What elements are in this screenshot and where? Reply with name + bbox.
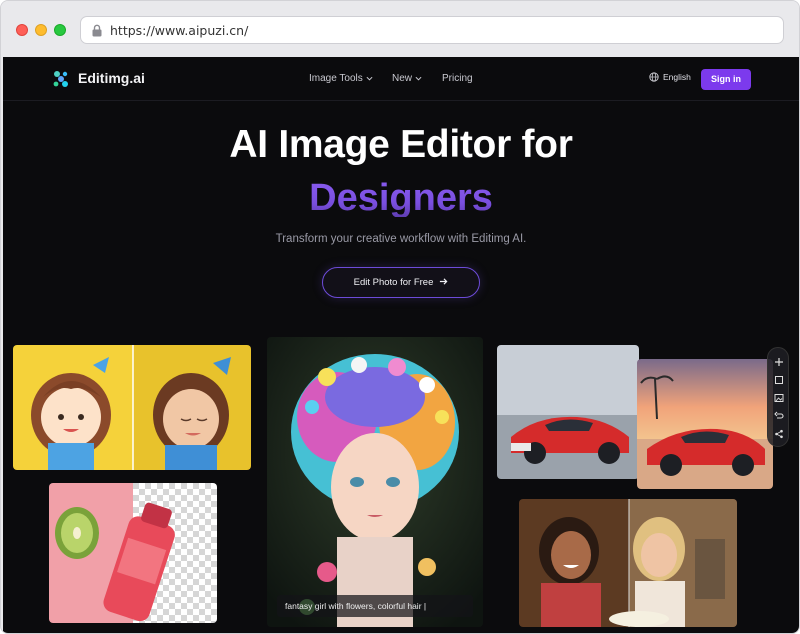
address-bar[interactable]: https://www.aipuzi.cn/ (80, 16, 784, 44)
hero-rotating-word: Designers (309, 177, 493, 217)
car-original-image (497, 345, 639, 479)
floating-toolbar (767, 347, 789, 447)
cartoon-to-photo-image (13, 345, 251, 470)
nav-image-tools-label: Image Tools (309, 73, 363, 84)
share-icon[interactable] (774, 426, 784, 439)
browser-toolbar: https://www.aipuzi.cn/ (1, 1, 799, 57)
women-dining-image (519, 499, 737, 627)
language-selector[interactable]: English (649, 72, 691, 82)
logo-text[interactable]: Editimg.ai (78, 70, 145, 86)
webpage: Editimg.ai Image Tools New Pricing Engli… (3, 57, 799, 633)
site-navbar: Editimg.ai Image Tools New Pricing Engli… (3, 57, 799, 101)
arrow-right-icon (440, 278, 448, 285)
car-sunset-image (637, 359, 773, 489)
prompt-caption: fantasy girl with flowers, colorful hair… (277, 595, 473, 617)
hero-subline: Transform your creative workflow with Ed… (275, 233, 527, 245)
hero-rotating-word-window: Designers (251, 171, 551, 217)
nav-image-tools[interactable]: Image Tools (309, 73, 373, 84)
nav-pricing[interactable]: Pricing (442, 73, 473, 84)
nav-new-label: New (392, 73, 413, 84)
minimize-window-button[interactable] (35, 24, 47, 36)
chevron-down-icon (366, 76, 373, 81)
cta-label: Edit Photo for Free (353, 277, 434, 288)
globe-icon (649, 72, 659, 82)
undo-icon[interactable] (774, 408, 784, 419)
hero-headline: AI Image Editor for (229, 123, 573, 166)
language-label: English (663, 72, 691, 82)
fantasy-girl-image: fantasy girl with flowers, colorful hair… (267, 337, 483, 627)
browser-window: https://www.aipuzi.cn/ Editimg.ai Image … (0, 0, 800, 634)
image-icon[interactable] (774, 390, 784, 402)
plus-icon[interactable] (774, 354, 784, 366)
nav-new[interactable]: New (392, 73, 422, 84)
url-text: https://www.aipuzi.cn/ (110, 23, 249, 38)
sign-in-button[interactable]: Sign in (701, 69, 751, 90)
layers-icon[interactable] (774, 372, 784, 384)
chevron-down-icon (415, 76, 422, 81)
maximize-window-button[interactable] (54, 24, 66, 36)
background-removal-image (49, 483, 217, 623)
edit-photo-free-button[interactable]: Edit Photo for Free (322, 267, 480, 298)
close-window-button[interactable] (16, 24, 28, 36)
lock-icon (92, 24, 102, 37)
logo-icon[interactable] (51, 69, 71, 89)
